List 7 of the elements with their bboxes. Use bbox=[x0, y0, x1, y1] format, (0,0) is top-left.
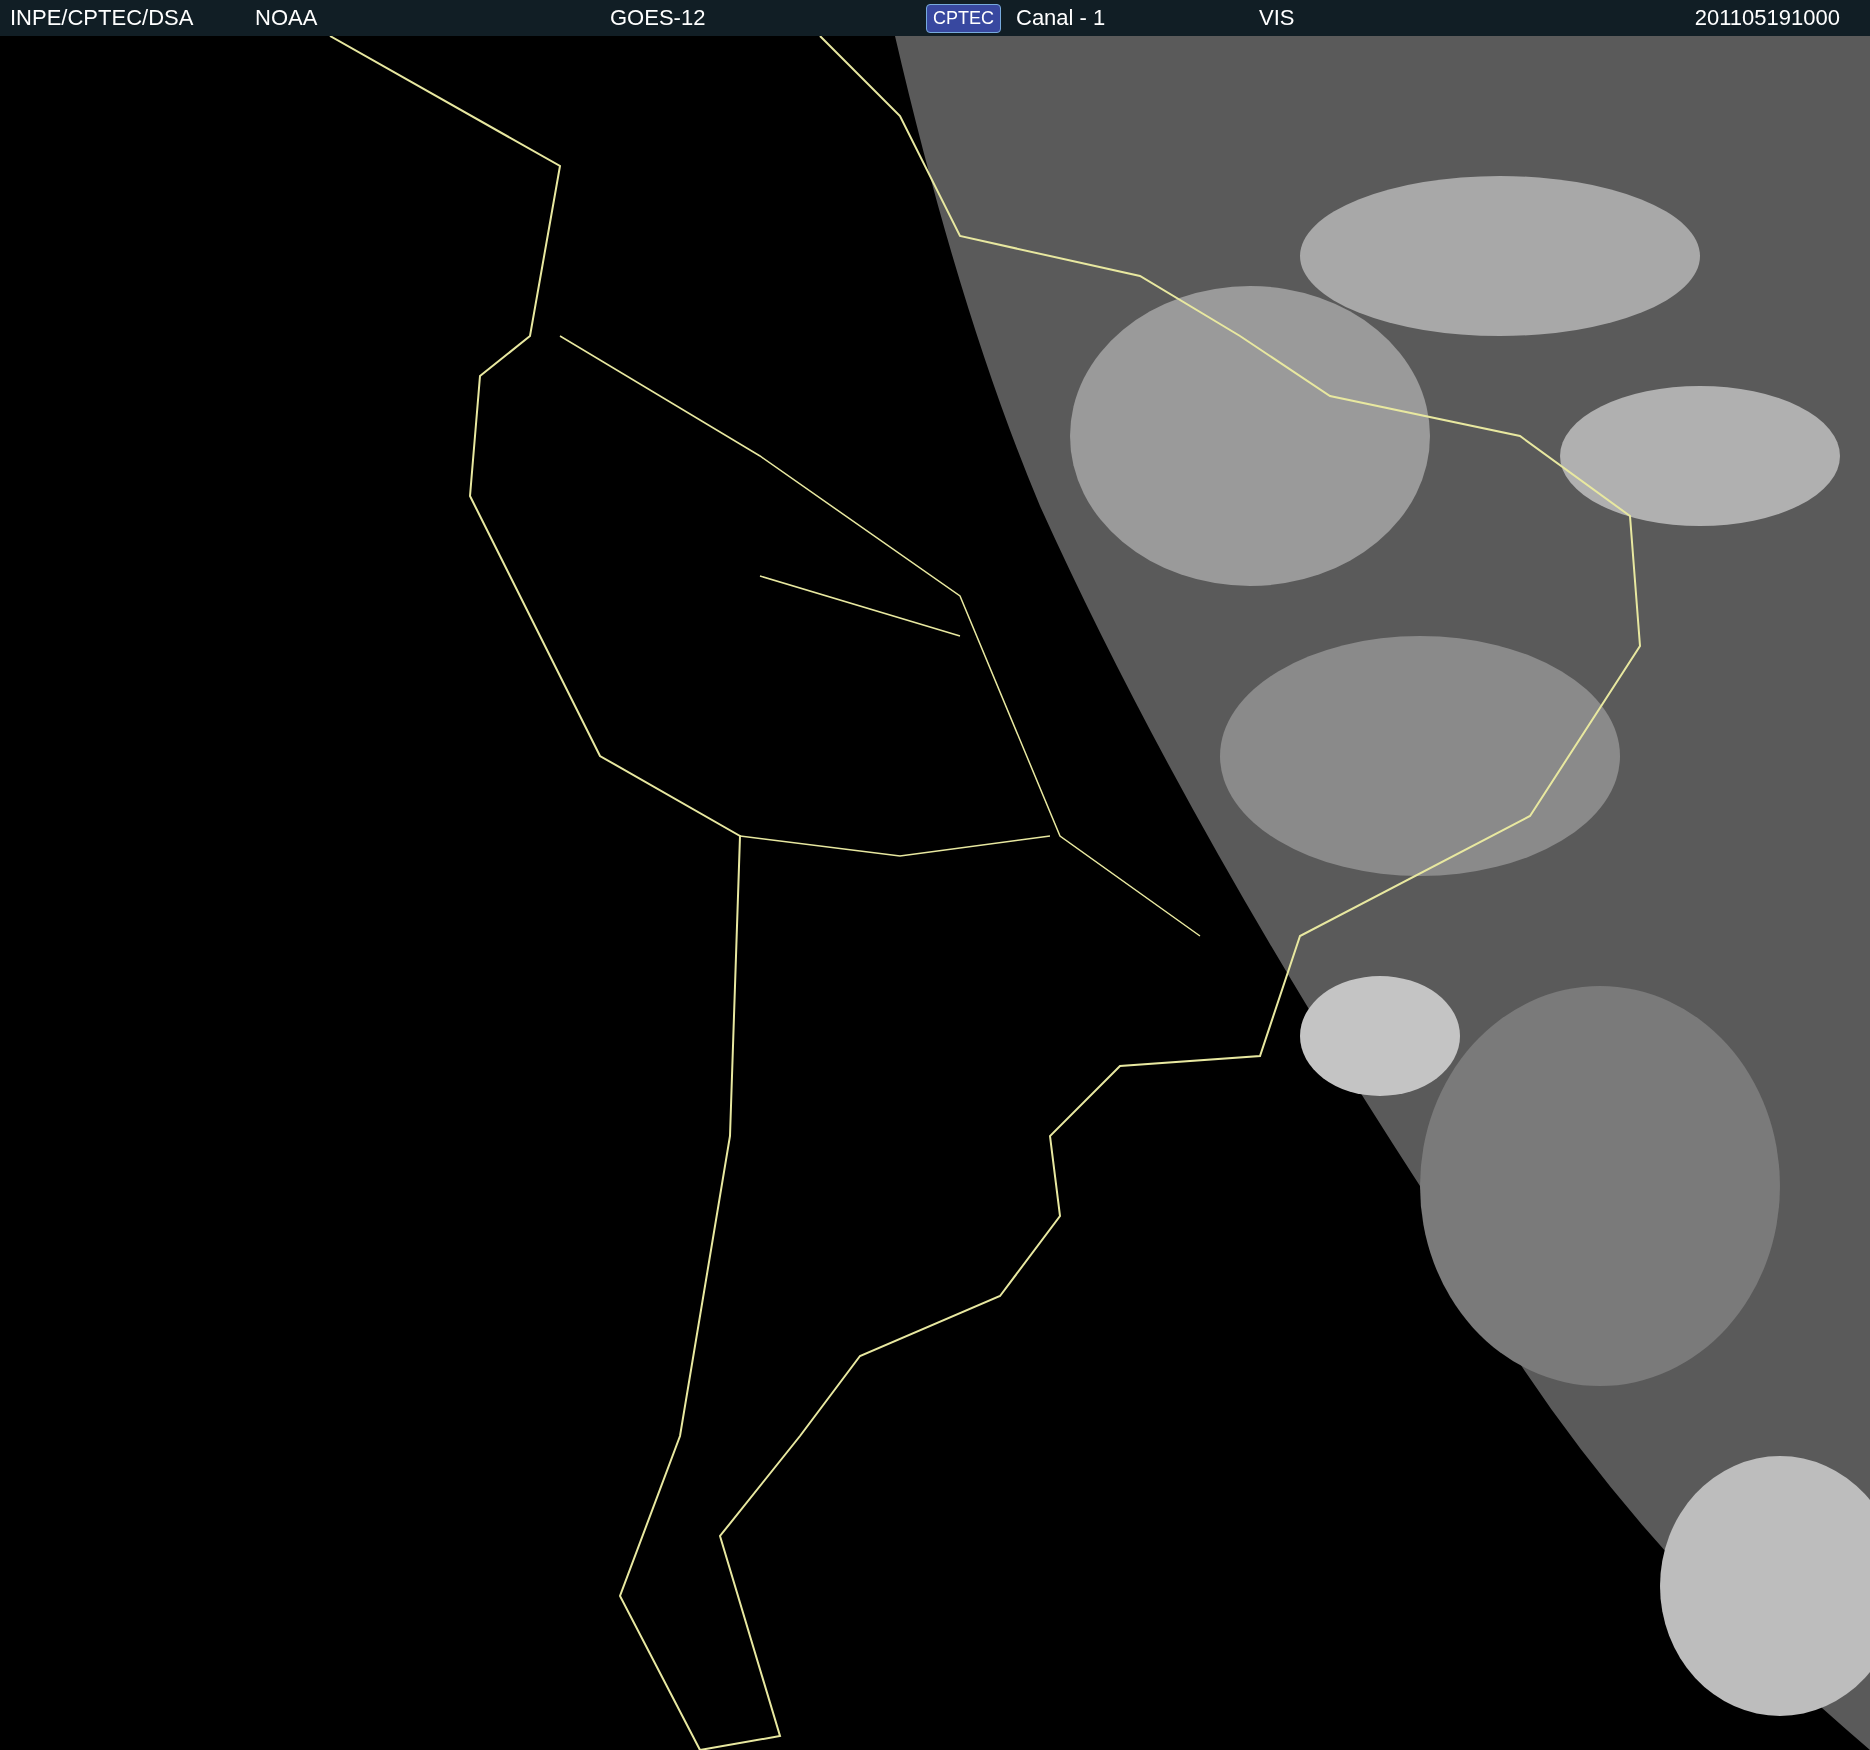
satellite-label: GOES-12 bbox=[610, 5, 706, 31]
band-label: VIS bbox=[1259, 5, 1295, 31]
channel-label: Canal - 1 bbox=[1016, 5, 1106, 31]
logo: CPTEC bbox=[926, 3, 1001, 33]
source-label: INPE/CPTEC/DSA bbox=[10, 5, 194, 31]
agency-label: NOAA bbox=[255, 5, 318, 31]
timestamp-label: 201105191000 bbox=[1694, 5, 1840, 31]
